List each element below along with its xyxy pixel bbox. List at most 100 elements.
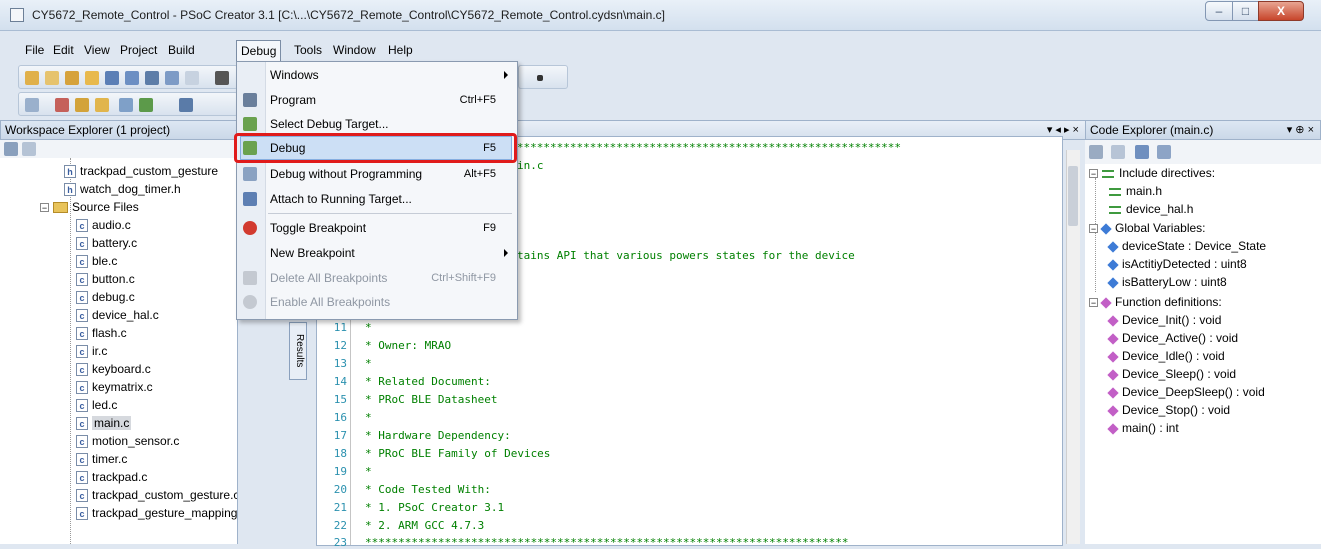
tree-item[interactable]: Device_Init() : void	[1107, 311, 1221, 329]
step-icon[interactable]	[179, 98, 193, 112]
tree-item[interactable]: c motion_sensor.c	[76, 432, 179, 450]
tree-item[interactable]: c trackpad_custom_gesture.c	[76, 486, 237, 504]
tree-item[interactable]: c ir.c	[76, 342, 107, 360]
sort-icon[interactable]	[1135, 145, 1149, 159]
tree-item[interactable]: c audio.c	[76, 216, 131, 234]
c-file-icon: c	[76, 345, 88, 359]
group-global-variables[interactable]: − Global Variables:	[1089, 219, 1206, 237]
scrollbar-thumb[interactable]	[1068, 166, 1078, 226]
tree-item[interactable]: c battery.c	[76, 234, 137, 252]
variable-icon	[1100, 223, 1112, 235]
code-line: * Code Tested With:	[365, 483, 491, 496]
debug-icon[interactable]	[139, 98, 153, 112]
collapse-icon[interactable]: −	[40, 203, 49, 213]
tree-item[interactable]: c led.c	[76, 396, 117, 414]
open-icon[interactable]	[85, 71, 99, 85]
menu-item-delete-all-breakpoints[interactable]: Delete All Breakpoints Ctrl+Shift+F9	[236, 266, 516, 290]
tree-item[interactable]: isActitiyDetected : uint8	[1107, 255, 1247, 273]
tree-item[interactable]: c debug.c	[76, 288, 135, 306]
tree-item[interactable]: c button.c	[76, 270, 135, 288]
save-icon[interactable]	[105, 71, 119, 85]
tree-item[interactable]: c keyboard.c	[76, 360, 151, 378]
save-all-icon[interactable]	[125, 71, 139, 85]
line-number: 21	[333, 501, 347, 514]
tree-item[interactable]: Device_Active() : void	[1107, 329, 1238, 347]
line-number: 22	[333, 519, 347, 532]
tree-item[interactable]: c trackpad.c	[76, 468, 147, 486]
include-icon	[1109, 187, 1121, 196]
clean-icon[interactable]	[55, 98, 69, 112]
tree-item[interactable]: Device_Sleep() : void	[1107, 365, 1236, 383]
menu-bar: File Edit View Project Build Debug Tools…	[0, 39, 1321, 62]
tree-item[interactable]: main() : int	[1107, 419, 1179, 437]
tree-item-source-files[interactable]: − Source Files	[40, 198, 139, 216]
app-icon	[10, 8, 24, 22]
dropdown-arrow-icon[interactable]	[537, 75, 543, 81]
tree-item[interactable]: Device_Idle() : void	[1107, 347, 1225, 365]
group-function-definitions[interactable]: − Function definitions:	[1089, 293, 1222, 311]
menu-debug[interactable]: Debug	[236, 40, 282, 62]
tree-item[interactable]: c ble.c	[76, 252, 117, 270]
cut-icon[interactable]	[215, 71, 229, 85]
print-preview-icon[interactable]	[165, 71, 179, 85]
results-tab[interactable]: Results	[289, 322, 307, 380]
minimize-button[interactable]: –	[1205, 1, 1233, 21]
new-file-icon[interactable]	[45, 71, 59, 85]
editor-scrollbar[interactable]	[1066, 150, 1080, 544]
tree-item[interactable]: c flash.c	[76, 324, 127, 342]
code-line: * PRoC BLE Datasheet	[365, 393, 498, 406]
tree-item[interactable]: c timer.c	[76, 450, 127, 468]
menu-tools[interactable]: Tools	[289, 41, 327, 59]
rebuild-icon[interactable]	[95, 98, 109, 112]
menu-item-toggle-breakpoint[interactable]: Toggle Breakpoint F9	[236, 216, 516, 240]
tree-item[interactable]: h watch_dog_timer.h	[64, 180, 181, 198]
build-icon[interactable]	[75, 98, 89, 112]
include-icon	[1109, 205, 1121, 214]
maximize-button[interactable]: □	[1232, 1, 1259, 21]
collapse-all-icon[interactable]	[1089, 145, 1103, 159]
code-line: *	[365, 357, 372, 370]
tree-item[interactable]: c trackpad_gesture_mapping.c	[76, 504, 237, 522]
tree-item[interactable]: deviceState : Device_State	[1107, 237, 1266, 255]
page-setup-icon[interactable]	[185, 71, 199, 85]
menu-item-new-breakpoint[interactable]: New Breakpoint	[236, 241, 516, 265]
expand-all-icon[interactable]	[1111, 145, 1125, 159]
program-icon[interactable]	[119, 98, 133, 112]
menu-item-windows[interactable]: Windows	[236, 63, 516, 87]
menu-window[interactable]: Window	[328, 41, 381, 59]
menu-item-program[interactable]: Program Ctrl+F5	[236, 88, 516, 112]
menu-project[interactable]: Project	[115, 41, 162, 59]
view-icon[interactable]	[25, 98, 39, 112]
close-button[interactable]: X	[1258, 1, 1304, 21]
collapse-icon[interactable]: −	[1089, 298, 1098, 308]
collapse-icon[interactable]: −	[1089, 169, 1098, 179]
new-project-icon[interactable]	[25, 71, 39, 85]
menu-item-enable-all-breakpoints[interactable]: Enable All Breakpoints	[236, 290, 516, 314]
tree-item[interactable]: c device_hal.c	[76, 306, 159, 324]
print-icon[interactable]	[145, 71, 159, 85]
tree-item[interactable]: main.h	[1109, 182, 1162, 200]
menu-build[interactable]: Build	[163, 41, 200, 59]
tree-item[interactable]: Device_DeepSleep() : void	[1107, 383, 1265, 401]
menu-item-debug-without-programming[interactable]: Debug without Programming Alt+F5	[236, 162, 516, 186]
sort-order-icon[interactable]	[1157, 145, 1171, 159]
enable-breakpoints-icon	[243, 295, 257, 309]
menu-edit[interactable]: Edit	[48, 41, 79, 59]
menu-item-attach[interactable]: Attach to Running Target...	[236, 187, 516, 211]
tree-item[interactable]: isBatteryLow : uint8	[1107, 273, 1227, 291]
tree-item[interactable]: Device_Stop() : void	[1107, 401, 1230, 419]
collapse-icon[interactable]: −	[1089, 224, 1098, 234]
add-item-icon[interactable]	[65, 71, 79, 85]
menu-view[interactable]: View	[79, 41, 115, 59]
tree-item[interactable]: h trackpad_custom_gesture	[64, 162, 218, 180]
file-view-icon[interactable]	[22, 142, 36, 156]
tree-item[interactable]: device_hal.h	[1109, 200, 1193, 218]
tree-item-selected[interactable]: c main.c	[76, 414, 132, 432]
tree-view-icon[interactable]	[4, 142, 18, 156]
highlight-annotation-box	[234, 133, 517, 163]
menu-file[interactable]: File	[20, 41, 49, 59]
code-explorer-pin-controls[interactable]: ▾ ⊕ ×	[1287, 121, 1314, 139]
group-include-directives[interactable]: − Include directives:	[1089, 164, 1215, 182]
tree-item[interactable]: c keymatrix.c	[76, 378, 153, 396]
menu-help[interactable]: Help	[383, 41, 418, 59]
